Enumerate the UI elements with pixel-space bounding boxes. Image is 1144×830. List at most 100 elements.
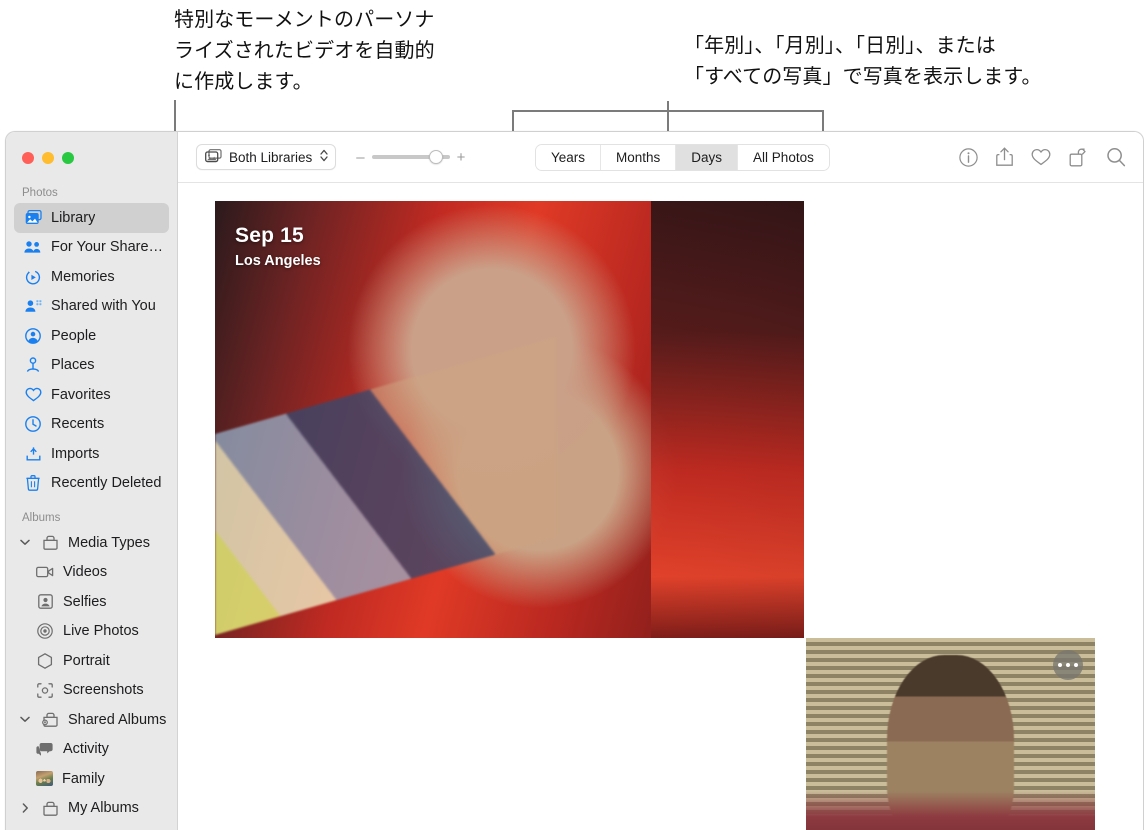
sidebar-item-recently-deleted[interactable]: Recently Deleted [14,469,169,499]
video-icon [36,563,54,581]
tab-days[interactable]: Days [676,144,739,170]
tab-months[interactable]: Months [601,144,677,170]
library-popup-button[interactable]: Both Libraries [196,144,337,170]
photo-library-icon [205,148,222,166]
sidebar-item-memories[interactable]: Memories [14,262,169,292]
sidebar-item-label: Activity [63,741,109,758]
shared-with-you-icon [24,297,42,315]
sidebar-item-label: Recently Deleted [51,475,162,492]
sidebar-item-screenshots[interactable]: Screenshots [14,676,169,706]
library-icon [24,209,42,227]
chevron-right-icon[interactable] [18,803,32,813]
shared-album-icon [41,711,59,729]
photos-app-window: Photos Library For Your Shared… Memories… [5,131,1144,830]
map-pin-icon [24,356,42,374]
callout-text-view-modes: 「年別」、「月別」、「日別」、または 「すべての写真」で写真を表示します。 [684,35,1042,88]
sidebar-item-favorites[interactable]: Favorites [14,380,169,410]
tab-years[interactable]: Years [535,144,601,170]
sidebar-section-albums-title: Albums [22,512,61,524]
sidebar-item-label: Family [62,770,105,787]
sidebar-item-label: Portrait [63,652,110,669]
sidebar-item-label: Favorites [51,386,111,403]
window-controls [6,132,177,183]
more-options-icon[interactable] [1053,650,1083,680]
sidebar-item-label: Library [51,209,96,226]
sidebar-item-imports[interactable]: Imports [14,439,169,469]
callout-text-memories: 特別なモーメントのパーソナ ライズされたビデオを自動的 に作成します。 [174,9,435,93]
zoom-out-label[interactable]: – [356,150,364,165]
view-mode-segmented-control[interactable]: Years Months Days All Photos [534,143,830,171]
sidebar-item-label: Screenshots [63,682,144,699]
zoom-slider[interactable]: – + [356,150,465,165]
clock-icon [24,415,42,433]
sidebar-item-label: Videos [63,564,108,581]
family-thumbnail [36,771,53,787]
chevron-up-down-icon [319,148,329,166]
photo-blinds-portrait[interactable] [806,638,1095,830]
screenshot-icon [36,681,54,699]
sidebar-item-portrait[interactable]: Portrait [14,646,169,676]
sidebar-item-media-types[interactable]: Media Types [14,528,169,558]
photo-grid: Sep 15 Los Angeles [178,183,1143,830]
sidebar-item-label: Selfies [63,593,107,610]
minimize-button[interactable] [42,151,54,164]
sidebar-item-family[interactable]: Family [14,764,169,794]
people-two-icon [24,238,42,256]
album-icon [41,799,59,817]
album-icon [41,534,59,552]
day-header-location: Los Angeles [235,253,321,269]
sidebar-item-videos[interactable]: Videos [14,558,169,588]
sidebar-item-label: Media Types [68,534,150,551]
callout-leader-right-stem [667,101,669,131]
zoom-in-label[interactable]: + [457,150,466,165]
sidebar-item-for-your-shared[interactable]: For Your Shared… [14,233,169,263]
day-header-date: Sep 15 [235,224,304,247]
memories-play-icon [24,268,42,286]
sidebar-item-recents[interactable]: Recents [14,410,169,440]
zoom-button[interactable] [62,151,74,164]
search-icon[interactable] [1106,147,1126,167]
library-popup-label: Both Libraries [229,149,313,165]
callout-leader-right-left-tick [512,110,514,132]
sidebar-item-label: People [51,327,97,344]
sidebar-item-label: Places [51,357,95,374]
sidebar-item-label: My Albums [68,800,139,817]
live-photo-icon [36,622,54,640]
sidebar-item-shared-with-you[interactable]: Shared with You [14,292,169,322]
callout-leader-right-bracket [512,110,824,112]
person-circle-icon [24,327,42,345]
sidebar-item-label: Shared with You [51,298,156,315]
sidebar-item-activity[interactable]: Activity [14,735,169,765]
sidebar-item-label: Memories [51,268,115,285]
sidebar-item-live-photos[interactable]: Live Photos [14,617,169,647]
trash-icon [24,474,42,492]
sidebar-item-selfies[interactable]: Selfies [14,587,169,617]
chevron-down-icon[interactable] [18,539,32,546]
callout-leader-right-right-tick [822,110,824,132]
main-content: Both Libraries – + Years Months Days All… [178,132,1143,830]
sidebar-item-my-albums[interactable]: My Albums [14,794,169,824]
tab-all-photos[interactable]: All Photos [738,144,829,170]
photo-hero-portrait-red[interactable]: Sep 15 Los Angeles [215,201,804,638]
chevron-down-icon[interactable] [18,716,32,723]
share-icon[interactable] [996,147,1013,167]
sidebar-item-label: Recents [51,416,105,433]
sidebar-item-people[interactable]: People [14,321,169,351]
heart-icon[interactable] [1031,148,1051,166]
sidebar-item-label: Shared Albums [68,711,167,728]
rotate-icon[interactable] [1069,148,1088,167]
portrait-cube-icon [36,652,54,670]
sidebar: Photos Library For Your Shared… Memories… [6,132,178,830]
close-button[interactable] [22,151,34,164]
toolbar: Both Libraries – + Years Months Days All… [178,132,1143,183]
sidebar-item-library[interactable]: Library [14,203,169,233]
info-icon[interactable] [959,147,978,167]
import-icon [24,445,42,463]
zoom-slider-track[interactable] [371,150,450,164]
day-header: Sep 15 Los Angeles [235,224,321,269]
sidebar-item-places[interactable]: Places [14,351,169,381]
sidebar-item-label: Imports [51,445,100,462]
zoom-slider-knob[interactable] [428,150,443,164]
sidebar-item-shared-albums[interactable]: Shared Albums [14,705,169,735]
heart-icon [24,386,42,404]
